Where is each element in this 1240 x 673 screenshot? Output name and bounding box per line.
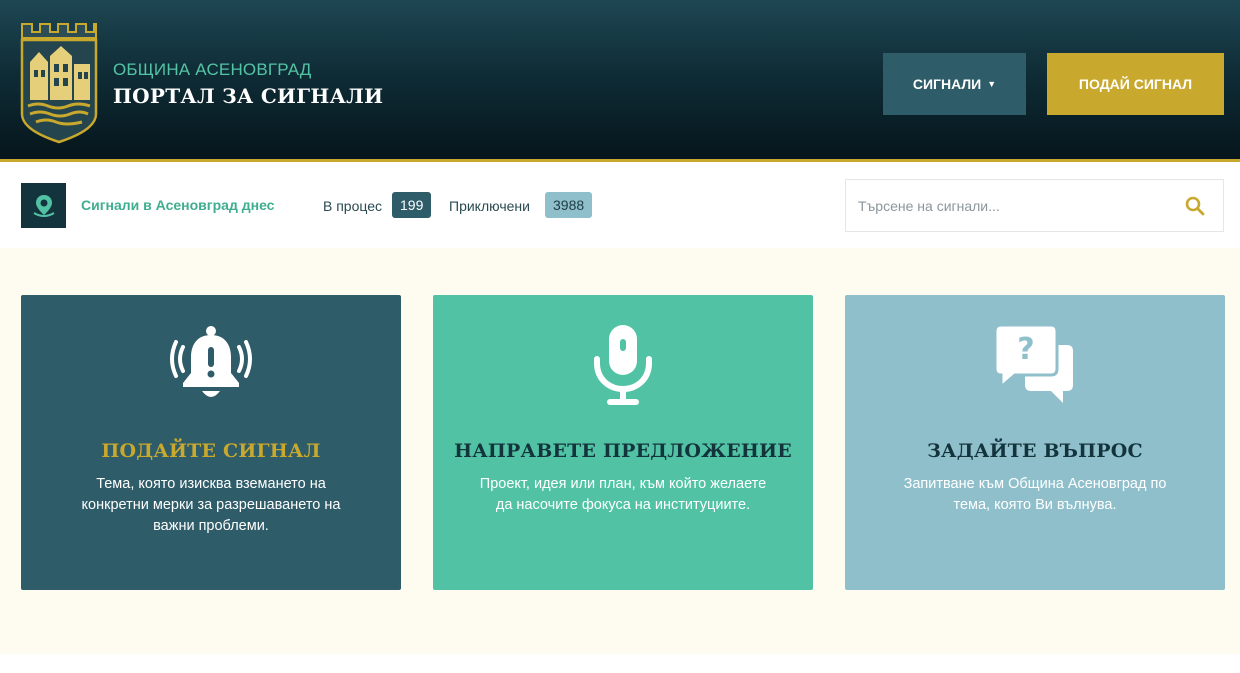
alarm-bell-icon [169, 323, 253, 412]
card-submit-signal[interactable]: ПОДАЙТЕ СИГНАЛ Тема, която изисква взема… [21, 295, 401, 590]
microphone-icon [591, 323, 655, 412]
submit-signal-button[interactable]: ПОДАЙ СИГНАЛ [1047, 53, 1224, 115]
card-description: Проект, идея или план, към който желаете… [479, 476, 767, 513]
closed-label[interactable]: Приключени [449, 198, 530, 214]
closed-count-badge[interactable]: 3988 [545, 192, 593, 218]
stats-title[interactable]: Сигнали в Асеновград днес [81, 197, 274, 213]
search-box [845, 179, 1224, 232]
in-progress-label[interactable]: В процес [323, 198, 382, 214]
card-ask-question[interactable]: ? ЗАДАЙТЕ ВЪПРОС Запитване към Община Ас… [845, 295, 1225, 590]
card-description: Тема, която изисква вземането на конкрет… [81, 476, 341, 534]
brand-subtitle: ОБЩИНА АСЕНОВГРАД [113, 60, 312, 79]
site-header: ОБЩИНА АСЕНОВГРАД ПОРТАЛ ЗА СИГНАЛИ СИГН… [0, 0, 1240, 162]
main-section: ПОДАЙТЕ СИГНАЛ Тема, която изисква взема… [0, 248, 1240, 654]
card-title: ЗАДАЙТЕ ВЪПРОС [927, 440, 1143, 462]
municipality-crest-logo[interactable] [20, 22, 98, 144]
card-description: Запитване към Община Асеновград по тема,… [903, 476, 1167, 513]
card-title: НАПРАВЕТЕ ПРЕДЛОЖЕНИЕ [454, 440, 792, 462]
search-icon [1185, 196, 1205, 216]
search-button[interactable] [1183, 194, 1207, 218]
brand-block[interactable]: ОБЩИНА АСЕНОВГРАД ПОРТАЛ ЗА СИГНАЛИ [113, 60, 383, 108]
brand-title: ПОРТАЛ ЗА СИГНАЛИ [113, 84, 384, 108]
question-chat-icon: ? [993, 323, 1077, 412]
caret-down-icon: ▼ [987, 79, 997, 89]
card-make-proposal[interactable]: НАПРАВЕТЕ ПРЕДЛОЖЕНИЕ Проект, идея или п… [433, 295, 813, 590]
crest-icon [20, 23, 98, 144]
in-progress-count-badge[interactable]: 199 [392, 192, 432, 218]
search-input[interactable] [858, 192, 1168, 220]
signals-dropdown-button[interactable]: СИГНАЛИ ▼ [883, 53, 1026, 115]
svg-text:?: ? [1017, 332, 1034, 367]
card-title: ПОДАЙТЕ СИГНАЛ [101, 440, 321, 462]
stats-bar: Сигнали в Асеновград днес В процес 199 П… [0, 165, 1240, 248]
submit-signal-label: ПОДАЙ СИГНАЛ [1078, 76, 1193, 92]
map-pin-icon [21, 183, 66, 228]
signals-dropdown-label: СИГНАЛИ [912, 76, 982, 92]
